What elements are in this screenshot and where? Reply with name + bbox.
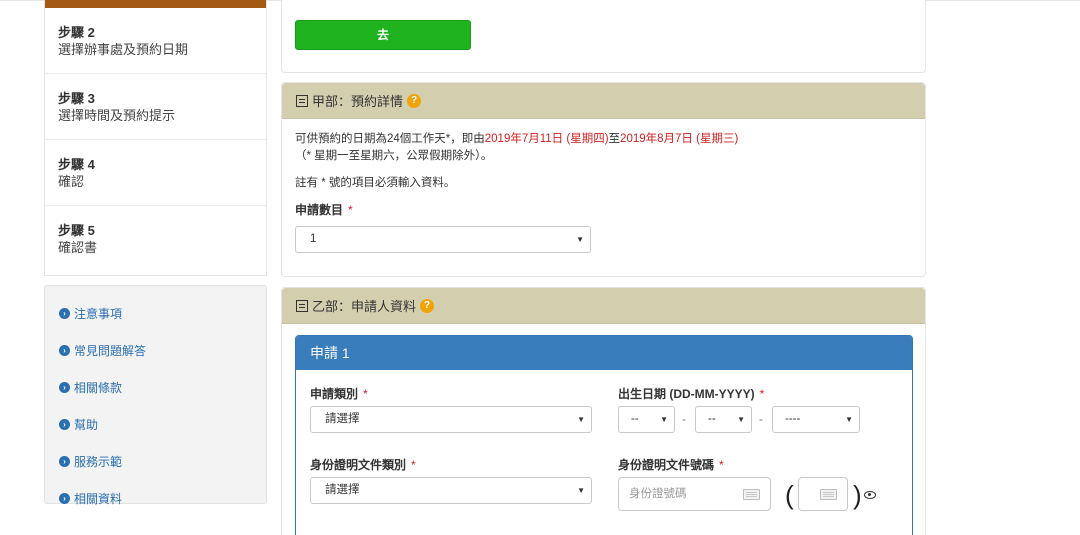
dob-label-text: 出生日期 (DD-MM-YYYY) — [618, 387, 755, 401]
link-label: 相關資料 — [74, 492, 123, 506]
link-related-info[interactable]: › 相關資料 — [45, 480, 266, 517]
booking-period-prefix: 可供預約的日期為24個工作天*，即由 — [295, 133, 485, 145]
section-a-title: 甲部：預約詳情 — [312, 94, 404, 109]
end-date: 2019年8月7日 (星期三) — [620, 133, 739, 145]
link-label: 幫助 — [74, 418, 99, 432]
id-type-select-value: 請選擇 — [325, 484, 360, 496]
id-number-label-text: 身份證明文件號碼 — [618, 458, 715, 472]
section-b-panel: 乙部：申請人資料 ? 申請 1 申請類別 * 請選擇 ▼ 出生日期 (DD-MM-… — [281, 287, 926, 535]
step-title: 步驟 2 — [58, 25, 95, 40]
required-mark: * — [759, 387, 765, 401]
booking-period-to: 至 — [608, 133, 621, 145]
required-mark: * — [363, 387, 368, 401]
dob-year-value: ---- — [785, 413, 801, 425]
link-label: 服務示範 — [74, 455, 123, 469]
required-mark: * — [348, 203, 353, 217]
dob-year-select[interactable]: ---- ▼ — [772, 406, 860, 433]
booking-period-text: 可供預約的日期為24個工作天*，即由2019年7月11日 (星期四)至2019年… — [295, 131, 912, 148]
link-label: 常見問題解答 — [74, 344, 147, 358]
caret-down-icon: ▼ — [576, 235, 584, 244]
arrow-circle-right-icon: › — [59, 345, 70, 356]
caret-down-icon: ▼ — [737, 415, 745, 424]
link-terms[interactable]: › 相關條款 — [45, 369, 266, 406]
count-select[interactable]: 1 ▼ — [295, 226, 591, 253]
dob-month-value: -- — [708, 413, 716, 425]
id-number-placeholder: 身份證號碼 — [629, 488, 687, 500]
caret-down-icon: ▼ — [577, 415, 585, 424]
link-faq[interactable]: › 常見問題解答 — [45, 332, 266, 369]
start-date: 2019年7月11日 (星期四) — [484, 133, 609, 145]
steps-accent-bar — [45, 0, 266, 8]
step-desc: 選擇時間及預約提示 — [58, 108, 176, 123]
help-links-panel: › 注意事項 › 常見問題解答 › 相關條款 › 幫助 › 服務示範 › 相關資料 — [44, 285, 267, 506]
link-label: 注意事項 — [74, 307, 123, 321]
dob-label: 出生日期 (DD-MM-YYYY) * — [618, 385, 764, 402]
applicant-header: 申請 1 — [296, 336, 912, 370]
link-notes[interactable]: › 注意事項 — [45, 295, 266, 332]
caret-down-icon: ▼ — [660, 415, 668, 424]
required-mark: * — [411, 458, 416, 472]
holiday-note: （* 星期一至星期六，公眾假期除外）。 — [295, 150, 493, 162]
required-note: 註有 * 號的項目必須輸入資料。 — [295, 177, 456, 189]
dob-month-select[interactable]: -- ▼ — [695, 406, 752, 433]
eye-icon[interactable] — [864, 491, 876, 499]
link-help[interactable]: › 幫助 — [45, 406, 266, 443]
link-demo[interactable]: › 服務示範 — [45, 443, 266, 480]
section-a-header: 甲部：預約詳情 ? — [282, 83, 925, 119]
id-number-label: 身份證明文件號碼 * — [618, 456, 724, 473]
go-button[interactable]: 去 — [295, 20, 471, 50]
arrow-circle-right-icon: › — [59, 308, 70, 319]
keyboard-icon[interactable] — [743, 489, 760, 500]
question-circle-icon[interactable]: ? — [420, 298, 435, 313]
id-type-label: 身份證明文件類別 * — [310, 456, 416, 473]
step-4: 步驟 4 確認 — [45, 140, 266, 206]
section-b-header: 乙部：申請人資料 ? — [282, 288, 925, 324]
category-label-text: 申請類別 — [310, 387, 359, 401]
required-mark: * — [719, 458, 724, 472]
id-type-select[interactable]: 請選擇 ▼ — [310, 477, 592, 504]
category-select-value: 請選擇 — [325, 413, 360, 425]
caret-down-icon: ▼ — [845, 415, 853, 424]
link-label: 相關條款 — [74, 381, 123, 395]
count-label: 申請數目 * — [295, 201, 912, 218]
section-a-panel: 甲部：預約詳情 ? 可供預約的日期為24個工作天*，即由2019年7月11日 (… — [281, 82, 926, 277]
arrow-circle-right-icon: › — [59, 419, 70, 430]
category-label: 申請類別 * — [310, 385, 368, 402]
section-a-body: 可供預約的日期為24個工作天*，即由2019年7月11日 (星期四)至2019年… — [282, 119, 925, 253]
dob-day-select[interactable]: -- ▼ — [618, 406, 675, 433]
question-circle-icon[interactable]: ? — [407, 93, 422, 108]
section-b-title: 乙部：申請人資料 — [312, 299, 417, 314]
id-type-label-text: 身份證明文件類別 — [310, 458, 407, 472]
check-digit-close-paren: ) — [853, 480, 862, 510]
step-5: 步驟 5 確認書 — [45, 206, 266, 272]
step-2: 步驟 2 選擇辦事處及預約日期 — [45, 8, 266, 74]
count-label-text: 申請數目 — [295, 203, 344, 217]
document-icon — [296, 94, 308, 107]
step-title: 步驟 4 — [58, 157, 95, 172]
caret-down-icon: ▼ — [577, 486, 585, 495]
check-digit-open-paren: ( — [785, 480, 794, 510]
arrow-circle-right-icon: › — [59, 456, 70, 467]
step-title: 步驟 5 — [58, 223, 95, 238]
step-title: 步驟 3 — [58, 91, 95, 106]
keyboard-icon[interactable] — [820, 489, 837, 500]
category-select[interactable]: 請選擇 ▼ — [310, 406, 592, 433]
applicant-1-box: 申請 1 申請類別 * 請選擇 ▼ 出生日期 (DD-MM-YYYY) * -- ▼… — [295, 335, 913, 535]
count-select-value: 1 — [310, 233, 317, 245]
dob-day-value: -- — [631, 413, 639, 425]
dob-separator: - — [759, 412, 763, 426]
arrow-circle-right-icon: › — [59, 382, 70, 393]
arrow-circle-right-icon: › — [59, 493, 70, 504]
document-icon — [296, 299, 308, 312]
step-desc: 確認書 — [58, 240, 98, 255]
dob-separator: - — [682, 412, 686, 426]
step-3: 步驟 3 選擇時間及預約提示 — [45, 74, 266, 140]
go-panel: 去 — [281, 0, 926, 73]
step-desc: 選擇辦事處及預約日期 — [58, 42, 189, 57]
steps-panel: 步驟 2 選擇辦事處及預約日期 步驟 3 選擇時間及預約提示 步驟 4 確認 步… — [44, 0, 267, 276]
step-desc: 確認 — [58, 174, 85, 189]
